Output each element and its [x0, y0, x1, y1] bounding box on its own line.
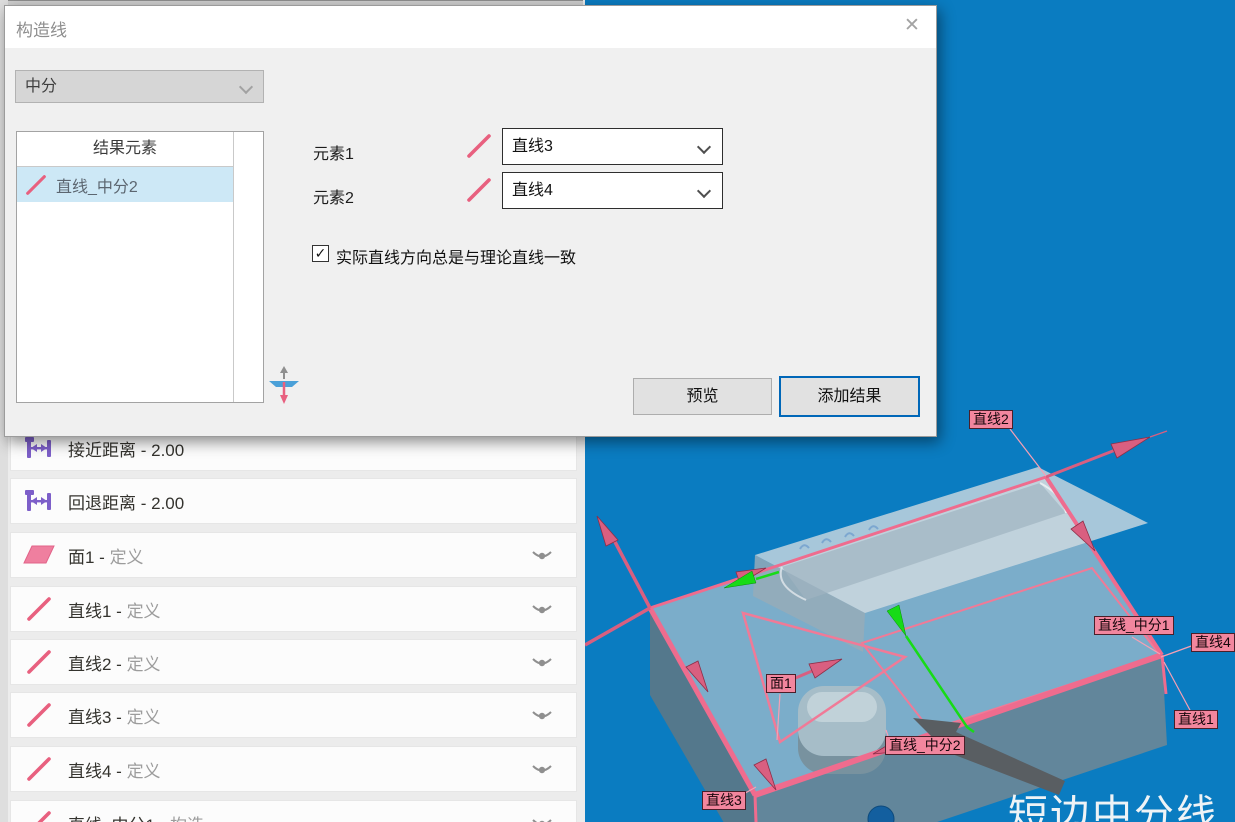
line-icon — [465, 132, 493, 160]
chevron-down-icon — [697, 140, 711, 154]
construct-line-dialog: 构造线 ✕ 中分 结果元素 直线_中分2 元素1 — [4, 5, 937, 437]
row-label: 面1 - — [68, 548, 110, 567]
viewport-label-line1[interactable]: 直线1 — [1174, 710, 1218, 729]
method-dropdown[interactable]: 中分 — [15, 70, 264, 103]
row-label: 直线1 - — [68, 602, 127, 621]
row-value: 定义 — [110, 548, 144, 567]
row-label: 接近距离 - — [68, 441, 151, 460]
viewport-label-plane1[interactable]: 面1 — [766, 674, 796, 693]
row-label: 直线3 - — [68, 708, 127, 727]
element1-dropdown[interactable]: 直线3 — [502, 128, 723, 165]
line-icon — [23, 649, 55, 675]
feature-row-line2[interactable]: 直线2 - 定义 — [10, 639, 577, 685]
direction-checkbox[interactable]: ✓ — [312, 245, 329, 262]
element1-label: 元素1 — [313, 140, 354, 164]
line-icon — [465, 176, 493, 204]
bisect-midline-icon — [268, 366, 300, 404]
line-icon — [23, 596, 55, 622]
line-icon — [23, 702, 55, 728]
visibility-eye-icon[interactable] — [530, 654, 554, 670]
distance-icon — [23, 488, 55, 514]
app-window: 直线2 直线_中分1 直线4 面1 直线1 直线_中分2 直线3 短边中分线 接… — [0, 0, 1235, 822]
plane-icon — [23, 542, 55, 568]
row-value: 2.00 — [151, 441, 184, 460]
result-list-header: 结果元素 — [17, 132, 233, 167]
row-label: 回退距离 - — [68, 494, 151, 513]
feature-row-midline1[interactable]: 直线_中分1 - 构造 — [10, 800, 577, 822]
list-column-divider — [233, 132, 234, 402]
element1-dropdown-value: 直线3 — [512, 138, 553, 155]
viewport-label-midline2[interactable]: 直线_中分2 — [885, 736, 965, 755]
distance-icon — [23, 435, 55, 461]
dialog-title: 构造线 — [16, 16, 67, 41]
viewport-label-line4[interactable]: 直线4 — [1191, 633, 1235, 652]
direction-checkbox-label: 实际直线方向总是与理论直线一致 — [336, 244, 576, 268]
viewport-caption: 短边中分线 — [1008, 782, 1218, 822]
row-label: 直线4 - — [68, 762, 127, 781]
feature-row-plane1[interactable]: 面1 - 定义 — [10, 532, 577, 578]
result-item-label: 直线_中分2 — [56, 173, 138, 197]
row-value: 定义 — [127, 655, 161, 674]
element2-dropdown-value: 直线4 — [512, 182, 553, 199]
result-list-item-selected[interactable]: 直线_中分2 — [17, 167, 233, 202]
visibility-eye-icon[interactable] — [530, 707, 554, 723]
visibility-eye-icon[interactable] — [530, 761, 554, 777]
line-icon — [24, 173, 48, 197]
row-value: 定义 — [127, 762, 161, 781]
row-label: 直线2 - — [68, 655, 127, 674]
visibility-eye-icon[interactable] — [530, 547, 554, 563]
chevron-down-icon — [697, 184, 711, 198]
preview-button[interactable]: 预览 — [633, 378, 772, 415]
row-value: 定义 — [127, 602, 161, 621]
add-result-button[interactable]: 添加结果 — [779, 376, 920, 417]
row-label: 直线_中分1 - — [68, 816, 170, 822]
row-value: 2.00 — [151, 494, 184, 513]
element2-label: 元素2 — [313, 184, 354, 208]
feature-row-line1[interactable]: 直线1 - 定义 — [10, 586, 577, 632]
chevron-down-icon — [239, 80, 253, 94]
feature-row-line3[interactable]: 直线3 - 定义 — [10, 692, 577, 738]
feature-row-retract-distance[interactable]: 回退距离 - 2.00 — [10, 478, 577, 524]
viewport-label-line3[interactable]: 直线3 — [702, 791, 746, 810]
result-list[interactable]: 结果元素 直线_中分2 — [16, 131, 264, 403]
close-icon[interactable]: ✕ — [901, 15, 923, 37]
method-dropdown-value: 中分 — [25, 78, 57, 95]
line-icon — [23, 756, 55, 782]
viewport-label-line2[interactable]: 直线2 — [969, 410, 1013, 429]
feature-row-line4[interactable]: 直线4 - 定义 — [10, 746, 577, 792]
dialog-title-bar[interactable]: 构造线 ✕ — [5, 6, 936, 48]
viewport-label-midline1[interactable]: 直线_中分1 — [1094, 616, 1174, 635]
visibility-eye-icon[interactable] — [530, 601, 554, 617]
element2-dropdown[interactable]: 直线4 — [502, 172, 723, 209]
row-value: 构造 — [170, 816, 204, 822]
line-icon — [23, 810, 55, 822]
visibility-eye-icon[interactable] — [530, 815, 554, 822]
row-value: 定义 — [127, 708, 161, 727]
